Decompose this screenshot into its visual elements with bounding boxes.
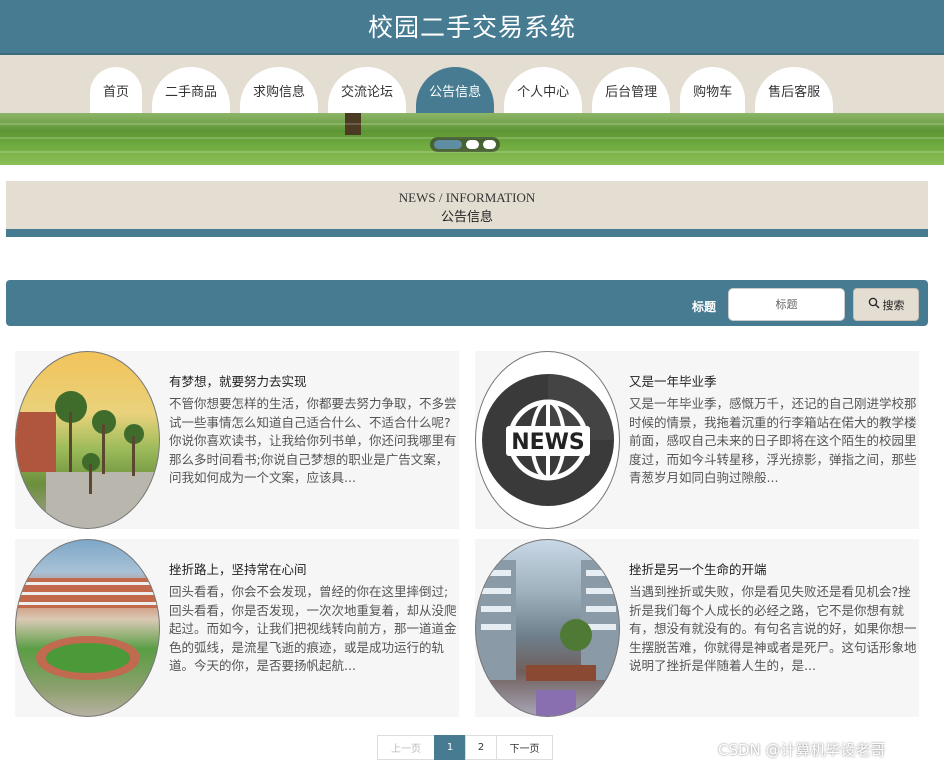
site-header: 校园二手交易系统 — [0, 0, 944, 55]
news-globe-icon: NEWS — [482, 374, 614, 506]
section-heading: NEWS / INFORMATION 公告信息 — [6, 181, 928, 237]
news-title[interactable]: 又是一年毕业季 — [629, 371, 717, 390]
nav-item-announcements[interactable]: 公告信息 — [416, 67, 495, 115]
site-title: 校园二手交易系统 — [367, 13, 576, 42]
nav-item-personal-center[interactable]: 个人中心 — [504, 67, 583, 115]
search-bar: 标题 搜索 — [6, 280, 928, 326]
news-title[interactable]: 挫折是另一个生命的开端 — [629, 559, 767, 578]
main-nav: 首页 二手商品 求购信息 交流论坛 公告信息 个人中心 后台管理 购物车 售后客… — [90, 67, 834, 115]
search-button-label: 搜索 — [882, 298, 905, 312]
nav-item-customer-service[interactable]: 售后客服 — [755, 67, 834, 115]
svg-text:NEWS: NEWS — [511, 430, 585, 455]
carousel-dot-3[interactable] — [483, 140, 496, 149]
nav-band: 首页 二手商品 求购信息 交流论坛 公告信息 个人中心 后台管理 购物车 售后客… — [0, 55, 944, 115]
nav-item-wanted[interactable]: 求购信息 — [240, 67, 319, 115]
nav-item-admin[interactable]: 后台管理 — [592, 67, 671, 115]
banner-carousel-dots — [430, 137, 500, 152]
news-title[interactable]: 挫折路上，坚持常在心间 — [169, 559, 307, 578]
section-title-en: NEWS / INFORMATION — [398, 190, 536, 205]
page-button-1[interactable]: 1 — [434, 735, 466, 760]
prev-page-button[interactable]: 上一页 — [377, 735, 435, 760]
search-icon — [868, 297, 880, 312]
news-thumbnail[interactable] — [475, 539, 620, 717]
next-page-button[interactable]: 下一页 — [496, 735, 553, 760]
carousel-dot-1[interactable] — [434, 140, 462, 149]
news-title[interactable]: 有梦想，就要努力去实现 — [169, 371, 307, 390]
news-card[interactable]: 有梦想，就要努力去实现 不管你想要怎样的生活，你都要去努力争取，不多尝试一些事情… — [15, 351, 459, 529]
search-label: 标题 — [692, 300, 717, 314]
news-card[interactable]: 挫折是另一个生命的开端 当遇到挫折或失败，你是看见失败还是看见机会?挫折是我们每… — [475, 539, 919, 717]
news-summary: 当遇到挫折或失败，你是看见失败还是看见机会?挫折是我们每个人成长的必经之路，它不… — [629, 584, 917, 673]
nav-item-forum[interactable]: 交流论坛 — [328, 67, 407, 115]
news-thumbnail[interactable]: NEWS — [475, 351, 620, 529]
news-card[interactable]: NEWS 又是一年毕业季 又是一年毕业季，感慨万千，还记的自己刚进学校那时候的情… — [475, 351, 919, 529]
carousel-dot-2[interactable] — [466, 140, 479, 149]
news-thumbnail[interactable] — [15, 351, 160, 529]
search-input[interactable] — [728, 288, 845, 321]
news-summary: 回头看看，你会不会发现，曾经的你在这里摔倒过;回头看看，你是否发现，一次次地重复… — [169, 584, 457, 673]
nav-item-second-hand-goods[interactable]: 二手商品 — [152, 67, 231, 115]
news-thumbnail[interactable] — [15, 539, 160, 717]
search-button[interactable]: 搜索 — [853, 288, 919, 321]
pagination: 上一页 1 2 下一页 — [377, 735, 553, 760]
nav-item-home[interactable]: 首页 — [90, 67, 143, 115]
news-summary: 又是一年毕业季，感慨万千，还记的自己刚进学校那时候的情景，我拖着沉重的行李箱站在… — [629, 396, 917, 485]
nav-item-cart[interactable]: 购物车 — [680, 67, 746, 115]
news-card[interactable]: 挫折路上，坚持常在心间 回头看看，你会不会发现，曾经的你在这里摔倒过;回头看看，… — [15, 539, 459, 717]
section-title-zh: 公告信息 — [440, 210, 493, 225]
watermark: CSDN @计算机毕设老哥 — [718, 741, 886, 759]
page-button-2[interactable]: 2 — [465, 735, 497, 760]
news-summary: 不管你想要怎样的生活，你都要去努力争取，不多尝试一些事情怎么知道自己适合什么、不… — [169, 396, 457, 485]
